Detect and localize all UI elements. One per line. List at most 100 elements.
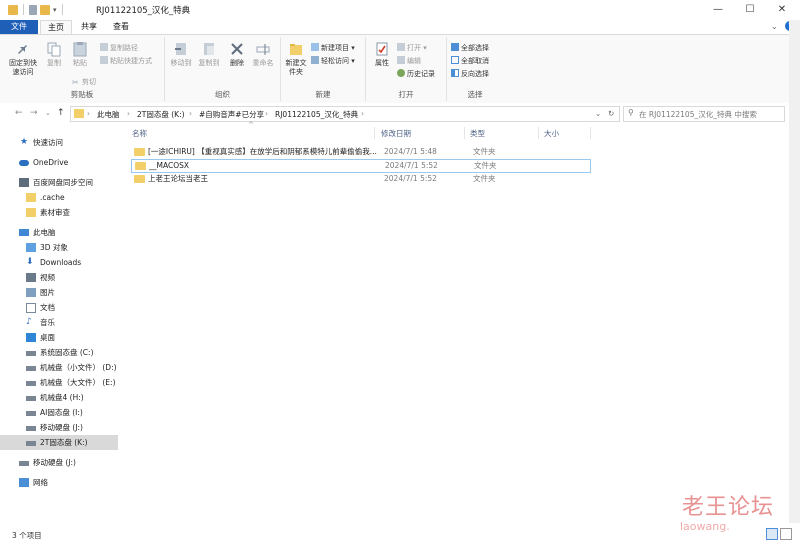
new-folder-button[interactable]: 新建文件夹 — [283, 41, 309, 77]
table-row[interactable]: 上老王论坛当老王 2024/7/1 5:52 文件夹 — [131, 173, 589, 185]
easy-access-button[interactable]: 轻松访问 ▾ — [311, 56, 355, 67]
picture-icon — [26, 288, 36, 297]
forward-arrow-icon[interactable]: → — [30, 108, 38, 118]
table-row[interactable]: [一途ICHIRU] 【重视真实感】在放学后和阴郁系模特儿前辈偷偷我... 20… — [131, 146, 589, 158]
chevron-down-icon[interactable]: ⌄ — [45, 109, 51, 117]
easy-access-label: 轻松访问 — [321, 57, 349, 65]
paste-shortcut-button[interactable]: 粘贴快捷方式 — [100, 56, 152, 67]
copy-button[interactable]: 复制 — [42, 41, 66, 68]
nav-drive-i[interactable]: AI固态盘 (I:) — [0, 405, 118, 420]
tab-home[interactable]: 主页 — [40, 20, 72, 35]
copy-to-button[interactable]: 复制到 — [195, 41, 223, 68]
properties-icon[interactable] — [29, 4, 37, 15]
nav-drive-h[interactable]: 机械盘4 (H:) — [0, 390, 118, 405]
new-item-button[interactable]: 新建项目 ▾ — [311, 43, 355, 54]
rename-icon — [256, 44, 270, 55]
nav-videos[interactable]: 视频 — [0, 270, 118, 285]
refresh-icon[interactable]: ↻ — [608, 109, 614, 118]
nav-label: 音乐 — [40, 318, 55, 327]
move-to-button[interactable]: 移动到 — [167, 41, 195, 68]
breadcrumb-drive-k[interactable]: 2T固态盘 (K:) — [137, 109, 185, 120]
nav-cache[interactable]: .cache — [0, 190, 118, 205]
nav-network[interactable]: 网络 — [0, 475, 118, 490]
back-arrow-icon[interactable]: ← — [15, 108, 23, 118]
chevron-right-icon[interactable]: › — [127, 109, 130, 118]
column-divider[interactable] — [590, 127, 591, 139]
nav-3d-objects[interactable]: 3D 对象 — [0, 240, 118, 255]
cut-button[interactable]: ✂ 剪切 — [72, 77, 96, 88]
column-name[interactable]: 名称 — [132, 128, 147, 139]
file-type: 文件夹 — [473, 174, 496, 183]
nav-quick-access[interactable]: ★ 快速访问 — [0, 135, 118, 150]
large-icons-view-icon[interactable] — [780, 528, 792, 540]
column-divider[interactable] — [464, 127, 465, 139]
nav-material[interactable]: 素材审查 — [0, 205, 118, 220]
nav-downloads[interactable]: ⬇ Downloads — [0, 255, 118, 270]
invert-selection-button[interactable]: 反向选择 — [451, 69, 489, 80]
chevron-down-icon[interactable]: ▾ — [53, 6, 57, 14]
scrollbar[interactable] — [789, 20, 800, 525]
pin-quick-access-button[interactable]: 固定到快速访问 — [6, 41, 40, 77]
tab-share[interactable]: 共享 — [74, 20, 104, 34]
nav-removable-j[interactable]: 移动硬盘 (J:) — [0, 455, 118, 470]
nav-label: 百度网盘同步空间 — [33, 178, 93, 187]
edit-button[interactable]: 编辑 — [397, 56, 421, 67]
search-icon: ⚲ — [628, 108, 634, 117]
breadcrumb-this-pc[interactable]: 此电脑 — [97, 109, 120, 120]
nav-drive-k[interactable]: 2T固态盘 (K:) — [0, 435, 118, 450]
chevron-right-icon[interactable]: › — [189, 109, 192, 118]
nav-drive-e[interactable]: 机械盘（大文件） (E:) — [0, 375, 118, 390]
copy-path-button[interactable]: 复制路径 — [100, 43, 138, 54]
move-to-icon — [175, 43, 186, 55]
nav-desktop[interactable]: 桌面 — [0, 330, 118, 345]
open-button[interactable]: 打开 ▾ — [397, 43, 427, 54]
nav-music[interactable]: ♪ 音乐 — [0, 315, 118, 330]
column-divider[interactable] — [538, 127, 539, 139]
nav-drive-j[interactable]: 移动硬盘 (J:) — [0, 420, 118, 435]
column-divider[interactable] — [374, 127, 375, 139]
chevron-down-icon[interactable]: ⌄ — [595, 109, 601, 118]
table-row[interactable]: __MACOSX 2024/7/1 5:52 文件夹 — [131, 159, 591, 173]
nav-baidu[interactable]: 百度网盘同步空间 — [0, 175, 118, 190]
nav-label: 图片 — [40, 288, 55, 297]
nav-this-pc[interactable]: 此电脑 — [0, 225, 118, 240]
folder-icon — [134, 175, 145, 183]
chevron-down-icon[interactable]: ⌄ — [771, 22, 778, 31]
chevron-right-icon[interactable]: › — [265, 109, 268, 118]
delete-button[interactable]: 删除 — [225, 41, 249, 68]
column-size[interactable]: 大小 — [544, 128, 559, 139]
rename-button[interactable]: 重命名 — [249, 41, 277, 68]
breadcrumb-current-folder[interactable]: RJ01122105_汉化_特典 — [275, 109, 358, 120]
nav-pictures[interactable]: 图片 — [0, 285, 118, 300]
breadcrumb-shared-audio[interactable]: #自购音声#已分享 — [199, 109, 264, 120]
select-all-button[interactable]: 全部选择 — [451, 43, 489, 54]
history-button[interactable]: 历史记录 — [397, 69, 435, 80]
up-arrow-icon[interactable]: ↑ — [57, 108, 65, 118]
column-type[interactable]: 类型 — [470, 128, 485, 139]
window-title: RJ01122105_汉化_特典 — [96, 6, 191, 16]
nav-drive-c[interactable]: 系统固态盘 (C:) — [0, 345, 118, 360]
paste-button[interactable]: 粘贴 — [68, 41, 92, 68]
properties-label: 属性 — [375, 59, 389, 67]
properties-button[interactable]: 属性 — [370, 41, 394, 68]
file-date: 2024/7/1 5:48 — [384, 147, 437, 156]
address-bar[interactable]: › 此电脑 › 2T固态盘 (K:) › #自购音声#已分享 › RJ01122… — [70, 106, 620, 122]
maximize-button[interactable]: ☐ — [736, 0, 764, 20]
nav-documents[interactable]: 文档 — [0, 300, 118, 315]
nav-drive-d[interactable]: 机械盘（小文件） (D:) — [0, 360, 118, 375]
tab-view[interactable]: 查看 — [106, 20, 136, 34]
column-date[interactable]: 修改日期 — [381, 128, 411, 139]
nav-onedrive[interactable]: OneDrive — [0, 155, 118, 170]
new-folder-icon[interactable] — [40, 4, 50, 15]
details-view-icon[interactable] — [766, 528, 778, 540]
minimize-button[interactable]: — — [704, 0, 732, 20]
select-none-button[interactable]: 全部取消 — [451, 56, 489, 67]
cut-label: 剪切 — [82, 78, 96, 86]
tab-file[interactable]: 文件 — [0, 20, 38, 34]
search-input[interactable]: ⚲ 在 RJ01122105_汉化_特典 中搜索 — [623, 106, 785, 122]
chevron-right-icon[interactable]: › — [87, 109, 90, 118]
chevron-right-icon[interactable]: › — [361, 109, 364, 118]
invert-selection-label: 反向选择 — [461, 70, 489, 78]
close-button[interactable]: ✕ — [768, 0, 796, 20]
separator — [61, 4, 63, 15]
